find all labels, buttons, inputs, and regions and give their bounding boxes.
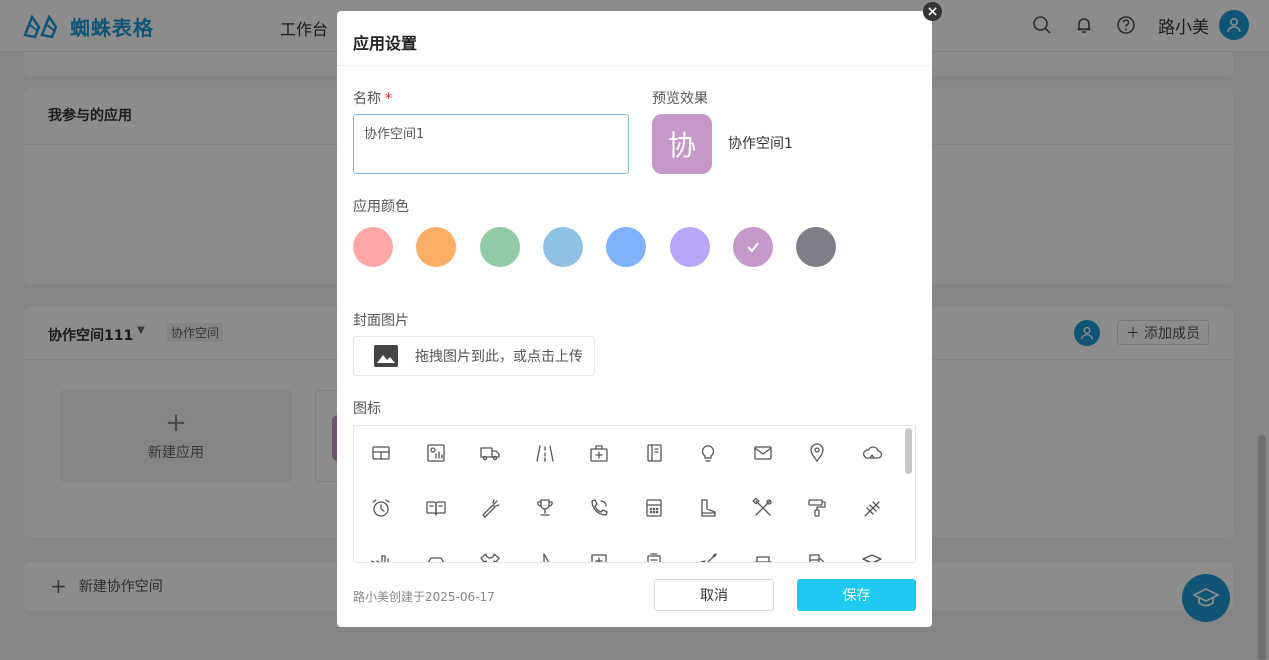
sail-icon[interactable] bbox=[533, 550, 557, 562]
lightbulb-icon[interactable] bbox=[696, 441, 720, 465]
sofa-icon[interactable] bbox=[751, 550, 775, 562]
notebook-icon[interactable] bbox=[642, 441, 666, 465]
medkit-icon[interactable] bbox=[587, 441, 611, 465]
image-icon bbox=[374, 345, 398, 367]
color-swatch-2[interactable] bbox=[416, 227, 457, 267]
preview-app-name: 协作空间1 bbox=[728, 136, 793, 152]
car-icon[interactable] bbox=[424, 550, 448, 562]
color-swatch-6[interactable] bbox=[669, 227, 710, 267]
upload-text: 拖拽图片到此，或点击上传 bbox=[415, 349, 583, 365]
preview-app-icon: 协 bbox=[652, 114, 712, 174]
name-label: 名称 * bbox=[353, 88, 392, 108]
cancel-button[interactable]: 取消 bbox=[654, 579, 774, 611]
graduation-icon[interactable] bbox=[860, 550, 884, 562]
app-settings-modal: 应用设置 名称 * 协作空间1 预览效果 协 协作空间1 应用颜色 封面图片 拖拽… bbox=[337, 2, 942, 627]
icon-picker-grid bbox=[353, 425, 916, 563]
modal-header: 应用设置 bbox=[337, 11, 932, 66]
wheat-icon[interactable] bbox=[860, 496, 884, 520]
color-swatch-3[interactable] bbox=[479, 227, 520, 267]
color-swatch-5[interactable] bbox=[606, 227, 647, 267]
carrot-icon[interactable] bbox=[478, 496, 502, 520]
alarm-icon[interactable] bbox=[369, 496, 393, 520]
save-button[interactable]: 保存 bbox=[797, 579, 916, 611]
color-label: 应用颜色 bbox=[353, 199, 409, 215]
table-icon[interactable] bbox=[369, 441, 393, 465]
cover-upload-area[interactable]: 拖拽图片到此，或点击上传 bbox=[353, 336, 595, 376]
mail-icon[interactable] bbox=[751, 441, 775, 465]
building-icon[interactable] bbox=[642, 550, 666, 562]
color-swatch-8[interactable] bbox=[796, 227, 837, 267]
tools-icon[interactable] bbox=[751, 496, 775, 520]
road-icon[interactable] bbox=[533, 441, 557, 465]
name-label-text: 名称 bbox=[353, 91, 381, 107]
truck-icon[interactable] bbox=[478, 441, 502, 465]
preview-label: 预览效果 bbox=[652, 91, 708, 107]
chart-icon[interactable] bbox=[424, 441, 448, 465]
name-input[interactable]: 协作空间1 bbox=[353, 114, 629, 174]
cover-label: 封面图片 bbox=[353, 313, 409, 329]
shirt-icon[interactable] bbox=[478, 550, 502, 562]
paint-roller-icon[interactable] bbox=[805, 496, 829, 520]
location-icon[interactable] bbox=[805, 441, 829, 465]
book-icon[interactable] bbox=[424, 496, 448, 520]
factory-icon[interactable] bbox=[369, 550, 393, 562]
created-info: 路小美创建于2025-06-17 bbox=[353, 590, 495, 604]
color-swatch-7[interactable] bbox=[732, 227, 773, 267]
trophy-icon[interactable] bbox=[533, 496, 557, 520]
color-swatch-4[interactable] bbox=[542, 227, 583, 267]
gas-icon[interactable] bbox=[805, 550, 829, 562]
rocket-icon[interactable] bbox=[696, 550, 720, 562]
required-mark: * bbox=[385, 91, 392, 107]
color-swatch-1[interactable] bbox=[353, 227, 393, 267]
check-icon bbox=[747, 242, 759, 253]
phone-icon[interactable] bbox=[587, 496, 611, 520]
icon-grid-scrollbar[interactable] bbox=[905, 428, 912, 474]
cloud-icon[interactable] bbox=[860, 441, 884, 465]
modal-title: 应用设置 bbox=[353, 34, 418, 53]
calculator-icon[interactable] bbox=[642, 496, 666, 520]
hospital-icon[interactable] bbox=[587, 550, 611, 562]
icon-label: 图标 bbox=[353, 401, 381, 417]
boot-icon[interactable] bbox=[696, 496, 720, 520]
